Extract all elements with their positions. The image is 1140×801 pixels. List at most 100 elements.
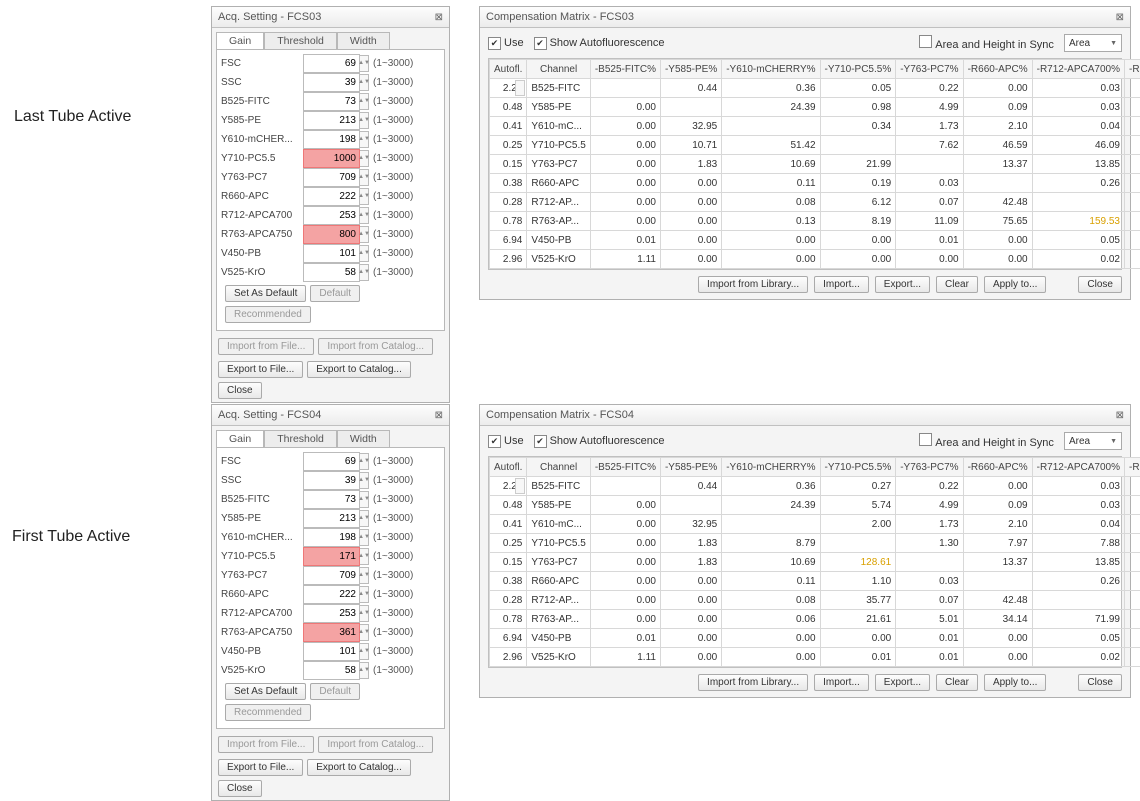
matrix-cell[interactable]: 0.44 (660, 79, 721, 98)
matrix-cell[interactable] (660, 496, 721, 515)
tab-width[interactable]: Width (337, 430, 390, 447)
matrix-cell[interactable]: 0.00 (590, 136, 660, 155)
matrix-cell[interactable]: 0.00 (590, 610, 660, 629)
matrix-cell[interactable]: 0.01 (896, 629, 963, 648)
matrix-cell[interactable]: 1.73 (896, 515, 963, 534)
spinner-icon[interactable]: ▲▼ (360, 93, 369, 110)
matrix-cell[interactable]: 0.01 (590, 629, 660, 648)
spinner-icon[interactable]: ▲▼ (360, 472, 369, 489)
matrix-cell[interactable]: 5.44 (1124, 591, 1140, 610)
spinner-icon[interactable]: ▲▼ (360, 643, 369, 660)
matrix-cell[interactable]: 1.83 (660, 534, 721, 553)
matrix-cell[interactable] (820, 534, 896, 553)
autofl-cell[interactable]: 0.38 (490, 572, 527, 591)
matrix-cell[interactable]: 0.05 (820, 79, 896, 98)
matrix-cell[interactable]: 10.69 (722, 155, 820, 174)
matrix-cell[interactable] (590, 477, 660, 496)
matrix-cell[interactable] (963, 572, 1032, 591)
matrix-cell[interactable]: 0.00 (590, 553, 660, 572)
matrix-cell[interactable]: 0.00 (896, 250, 963, 269)
matrix-cell[interactable] (896, 553, 963, 572)
spinner-icon[interactable] (515, 80, 525, 96)
import-button[interactable]: Import... (814, 674, 869, 691)
matrix-cell[interactable]: 0.27 (820, 477, 896, 496)
set-default-button[interactable]: Set As Default (225, 285, 306, 302)
gain-input[interactable] (303, 111, 360, 130)
autofl-cell[interactable]: 0.15 (490, 553, 527, 572)
export-button[interactable]: Export... (875, 276, 930, 293)
import-catalog-button[interactable]: Import from Catalog... (318, 338, 433, 355)
matrix-cell[interactable]: 0.11 (722, 572, 820, 591)
matrix-cell[interactable]: 159.53 (1032, 212, 1124, 231)
autofl-cell[interactable]: 0.38 (490, 174, 527, 193)
matrix-cell[interactable]: 0.03 (1032, 496, 1124, 515)
matrix-cell[interactable]: 0.00 (590, 534, 660, 553)
spinner-icon[interactable]: ▲▼ (360, 131, 369, 148)
matrix-cell[interactable]: 0.00 (660, 193, 721, 212)
matrix-cell[interactable]: 21.99 (820, 155, 896, 174)
apply-button[interactable]: Apply to... (984, 674, 1046, 691)
matrix-cell[interactable]: 1.10 (820, 572, 896, 591)
matrix-cell[interactable]: 0.19 (820, 174, 896, 193)
autofl-cell[interactable]: 0.28 (490, 193, 527, 212)
matrix-cell[interactable]: 0.00 (590, 591, 660, 610)
export-catalog-button[interactable]: Export to Catalog... (307, 361, 411, 378)
matrix-cell[interactable]: 42.48 (963, 591, 1032, 610)
default-button[interactable]: Default (310, 285, 360, 302)
spinner-icon[interactable]: ▲▼ (360, 567, 369, 584)
matrix-cell[interactable]: 0.03 (1032, 477, 1124, 496)
matrix-cell[interactable]: 13.85 (1032, 553, 1124, 572)
spinner-icon[interactable]: ▲▼ (360, 529, 369, 546)
clear-button[interactable]: Clear (936, 674, 978, 691)
matrix-cell[interactable]: 0.09 (963, 98, 1032, 117)
spinner-icon[interactable]: ▲▼ (360, 150, 369, 167)
spinner-icon[interactable]: ▲▼ (360, 264, 369, 281)
gain-input[interactable] (303, 623, 360, 642)
matrix-cell[interactable] (1032, 193, 1124, 212)
matrix-cell[interactable]: 0.00 (963, 629, 1032, 648)
recommended-button[interactable]: Recommended (225, 704, 311, 721)
matrix-cell[interactable]: 0.00 (590, 98, 660, 117)
gain-input[interactable] (303, 471, 360, 490)
spinner-icon[interactable]: ▲▼ (360, 662, 369, 679)
matrix-cell[interactable]: 0.00 (660, 250, 721, 269)
matrix-cell[interactable]: 0.98 (820, 98, 896, 117)
spinner-icon[interactable]: ▲▼ (360, 188, 369, 205)
matrix-cell[interactable]: 7.88 (1032, 534, 1124, 553)
matrix-cell[interactable]: 0.00 (722, 648, 820, 667)
autofl-cell[interactable]: 0.15 (490, 155, 527, 174)
matrix-cell[interactable]: 2.10 (963, 117, 1032, 136)
matrix-cell[interactable]: 75.65 (963, 212, 1032, 231)
gain-input[interactable] (303, 452, 360, 471)
area-select[interactable]: Area▼ (1064, 432, 1122, 450)
matrix-cell[interactable]: 0.00 (660, 629, 721, 648)
matrix-cell[interactable]: 1.11 (590, 648, 660, 667)
matrix-cell[interactable]: 0.08 (1124, 629, 1140, 648)
gain-input[interactable] (303, 187, 360, 206)
matrix-cell[interactable]: 0.05 (1032, 231, 1124, 250)
gain-input[interactable] (303, 73, 360, 92)
matrix-cell[interactable]: 46.59 (963, 136, 1032, 155)
matrix-cell[interactable]: 0.08 (722, 591, 820, 610)
matrix-cell[interactable]: 0.00 (963, 231, 1032, 250)
matrix-cell[interactable]: 13.37 (963, 553, 1032, 572)
export-file-button[interactable]: Export to File... (218, 361, 303, 378)
matrix-cell[interactable]: 0.36 (722, 79, 820, 98)
matrix-cell[interactable]: 7.62 (896, 136, 963, 155)
matrix-cell[interactable] (590, 79, 660, 98)
area-height-checkbox[interactable]: Area and Height in Sync (919, 35, 1054, 51)
gain-input[interactable] (303, 263, 360, 282)
import-library-button[interactable]: Import from Library... (698, 276, 808, 293)
matrix-cell[interactable]: 4.99 (896, 98, 963, 117)
matrix-cell[interactable]: 4.42 (1124, 174, 1140, 193)
autofl-cell[interactable]: 2.21 (490, 477, 527, 496)
import-library-button[interactable]: Import from Library... (698, 674, 808, 691)
matrix-cell[interactable]: 0.00 (590, 572, 660, 591)
tab-threshold[interactable]: Threshold (264, 430, 337, 447)
gain-input[interactable] (303, 92, 360, 111)
matrix-cell[interactable]: 0.34 (820, 117, 896, 136)
close-icon[interactable]: ⊠ (1116, 12, 1124, 23)
matrix-cell[interactable]: 0.05 (1032, 629, 1124, 648)
matrix-cell[interactable]: 1.11 (590, 250, 660, 269)
matrix-cell[interactable]: 0.01 (896, 648, 963, 667)
